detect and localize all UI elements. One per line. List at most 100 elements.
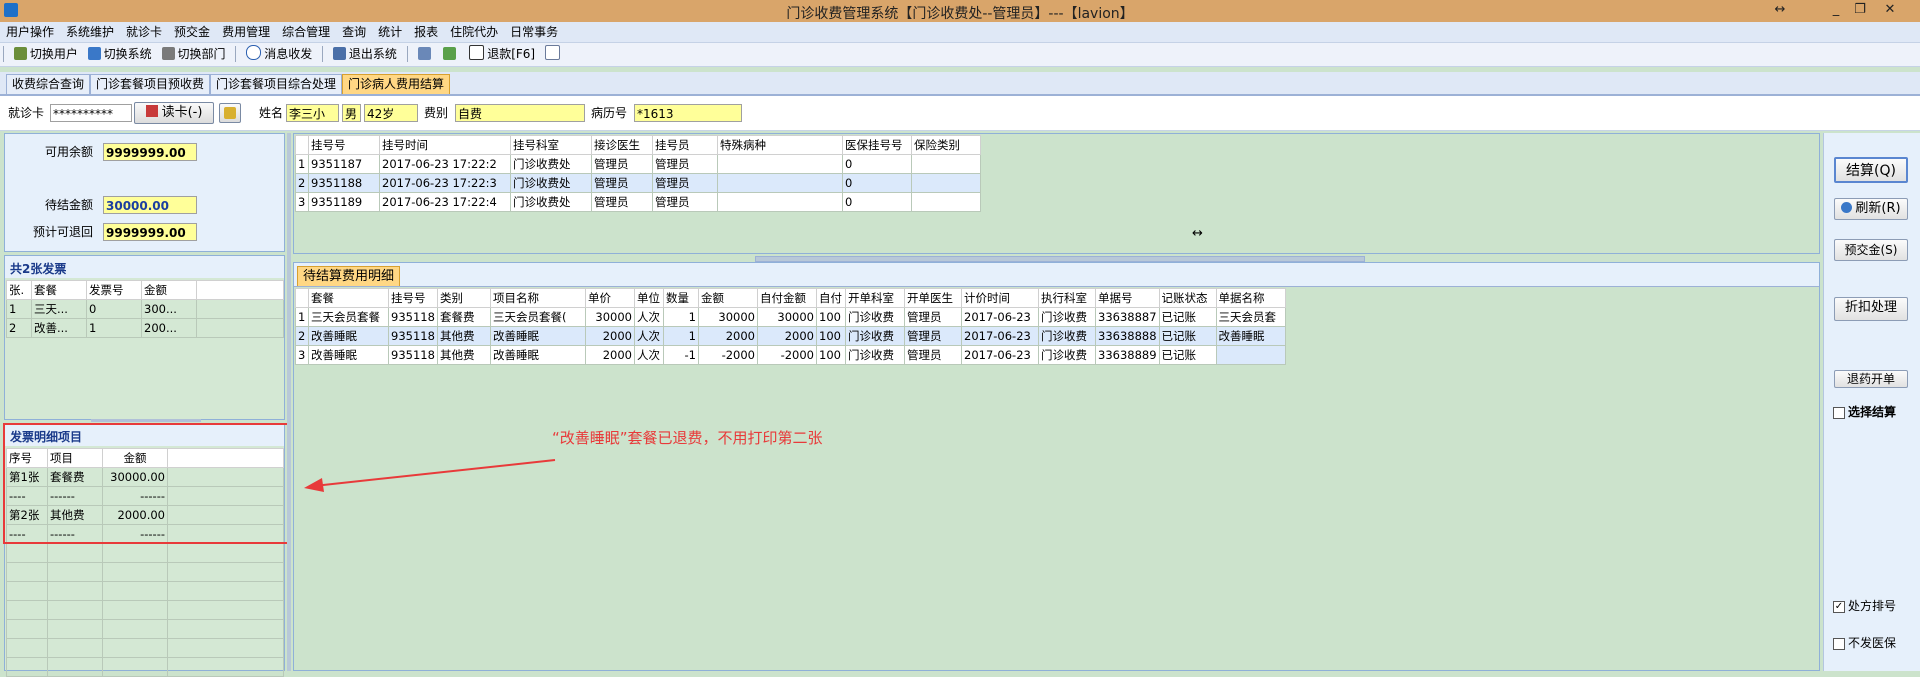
cell: 改善睡眠	[490, 345, 586, 365]
exit-label: 退出系统	[348, 47, 397, 61]
minimize-button[interactable]: _	[1826, 2, 1846, 18]
refund-order-button[interactable]: 退药开单	[1834, 370, 1908, 388]
table-row	[6, 543, 284, 563]
switch-dept-button[interactable]: 切换部门	[159, 43, 229, 66]
rx-queue-checkbox[interactable]: ✓	[1833, 601, 1845, 613]
card-reader-icon	[145, 105, 158, 117]
col-amount: 金额	[141, 280, 197, 300]
discount-button[interactable]: 折扣处理	[1834, 297, 1908, 321]
menu-user[interactable]: 用户操作	[0, 22, 60, 42]
refund-label: 退款[F6]	[487, 47, 536, 61]
col-spacer	[196, 280, 284, 300]
col-unit-price: 单价	[585, 288, 635, 308]
cell: 2	[295, 326, 309, 346]
cell: 人次	[634, 326, 664, 346]
switch-user-button[interactable]: 切换用户	[11, 43, 81, 66]
cell: 9351189	[308, 192, 380, 212]
col-reg-no: 挂号号	[388, 288, 438, 308]
cell: 1	[86, 318, 142, 338]
menu-system[interactable]: 系统维护	[60, 22, 120, 42]
menu-stats[interactable]: 统计	[372, 22, 408, 42]
clear-button[interactable]	[219, 103, 241, 123]
cell	[1215, 345, 1286, 365]
col-ins-type: 保险类别	[911, 135, 981, 155]
invoice-table-header: 张. 套餐 发票号 金额	[6, 280, 284, 300]
refund-button[interactable]: 退款[F6]	[466, 43, 538, 66]
exit-button[interactable]: 退出系统	[330, 43, 400, 66]
sex-field: 男	[342, 104, 361, 122]
cell	[911, 154, 981, 174]
read-card-label: 读卡(-)	[161, 105, 203, 120]
annotation-text: “改善睡眠”套餐已退费，不用打印第二张	[552, 429, 823, 447]
menu-inpatient[interactable]: 住院代办	[444, 22, 504, 42]
edit-tool-button[interactable]	[415, 43, 437, 66]
vertical-splitter[interactable]	[287, 133, 291, 671]
restore-icon[interactable]: ↔	[1770, 2, 1790, 18]
splitter-handle[interactable]	[91, 419, 201, 422]
switch-system-button[interactable]: 切换系统	[85, 43, 155, 66]
col-order-dept: 开单科室	[845, 288, 905, 308]
menu-prepay[interactable]: 预交金	[168, 22, 216, 42]
switch-user-label: 切换用户	[29, 47, 78, 61]
menu-fee[interactable]: 费用管理	[216, 22, 276, 42]
cell: 门诊收费	[845, 307, 905, 327]
tab-package-process[interactable]: 门诊套餐项目综合处理	[210, 74, 343, 94]
menu-card[interactable]: 就诊卡	[120, 22, 168, 42]
table-row[interactable]: 2 改善... 1 200...	[6, 318, 284, 338]
col-unit: 单位	[634, 288, 664, 308]
cell: 1	[295, 154, 309, 174]
title-bar: 门诊收费管理系统【门诊收费处--管理员】---【lavion】 ↔ _ ❐ ✕	[0, 0, 1920, 22]
settle-button[interactable]: 结算(Q)	[1834, 157, 1908, 183]
maximize-button[interactable]: ❐	[1850, 2, 1870, 18]
table-row[interactable]: 3 改善睡眠 935118 其他费 改善睡眠 2000 人次 -1 -2000 -2000 100 门…	[295, 345, 1286, 365]
cell: 管理员	[904, 345, 962, 365]
toolbar-separator	[406, 46, 408, 62]
tab-patient-settlement[interactable]: 门诊病人费用结算	[342, 74, 451, 94]
menu-report[interactable]: 报表	[408, 22, 444, 42]
menu-integrated[interactable]: 综合管理	[276, 22, 336, 42]
tab-pending-details[interactable]: 待结算费用明细	[297, 266, 401, 286]
broom-icon	[224, 107, 236, 119]
table-row[interactable]: 3 9351189 2017-06-23 17:22:4 门诊收费处 管理员 管理员 0	[295, 192, 981, 212]
plugin-tool-button[interactable]	[440, 43, 462, 66]
cell: 门诊收费	[845, 326, 905, 346]
col-self-pay-amount: 自付金额	[757, 288, 817, 308]
cell: 935118	[388, 307, 438, 327]
record-field: *1613	[634, 104, 742, 122]
table-row[interactable]: 1 9351187 2017-06-23 17:22:2 门诊收费处 管理员 管理员 0	[295, 154, 981, 174]
cell: 三天会员套	[1215, 307, 1286, 327]
switch-dept-label: 切换部门	[177, 47, 226, 61]
message-button[interactable]: 消息收发	[243, 43, 315, 66]
cell: 100	[816, 326, 846, 346]
card-label: 就诊卡	[8, 106, 45, 120]
cell: 100	[816, 345, 846, 365]
prepay-button[interactable]: 预交金(S)	[1834, 239, 1908, 261]
cell: 改善睡眠	[1215, 326, 1286, 346]
table-row[interactable]: 1 三天会员套餐 935118 套餐费 三天会员套餐(30000 人次 1 30000 3000…	[295, 307, 1286, 327]
cell: 管理员	[591, 173, 653, 193]
menu-daily[interactable]: 日常事务	[504, 22, 564, 42]
tab-fee-query[interactable]: 收费综合查询	[6, 74, 91, 94]
refresh-button[interactable]: 刷新(R)	[1834, 198, 1908, 220]
pending-label: 待结金额	[45, 198, 94, 212]
card-input[interactable]: **********	[50, 104, 132, 122]
cell: -2000	[698, 345, 758, 365]
menu-query[interactable]: 查询	[336, 22, 372, 42]
cell: 改善睡眠	[490, 326, 586, 346]
form-tool-button[interactable]	[542, 43, 566, 66]
table-row	[6, 581, 284, 601]
col-exec-dept: 执行科室	[1038, 288, 1096, 308]
users-icon	[13, 47, 27, 60]
cell: 0	[842, 173, 912, 193]
table-row[interactable]: 2 9351188 2017-06-23 17:22:3 门诊收费处 管理员 管理员 0	[295, 173, 981, 193]
read-card-button[interactable]: 读卡(-)	[134, 102, 214, 124]
col-category: 类别	[437, 288, 491, 308]
no-insurance-checkbox[interactable]	[1833, 638, 1845, 650]
select-settle-checkbox[interactable]	[1833, 407, 1845, 419]
close-button[interactable]: ✕	[1880, 2, 1900, 18]
registration-table-header: 挂号号 挂号时间 挂号科室 接诊医生 挂号员 特殊病种 医保挂号号 保险类别	[295, 135, 981, 155]
table-row[interactable]: 1 三天... 0 300...	[6, 299, 284, 319]
pending-tab-strip	[294, 263, 1819, 287]
tab-package-prepay[interactable]: 门诊套餐项目预收费	[90, 74, 211, 94]
table-row[interactable]: 2 改善睡眠 935118 其他费 改善睡眠 2000 人次 1 2000 2000 100 门诊收费…	[295, 326, 1286, 346]
